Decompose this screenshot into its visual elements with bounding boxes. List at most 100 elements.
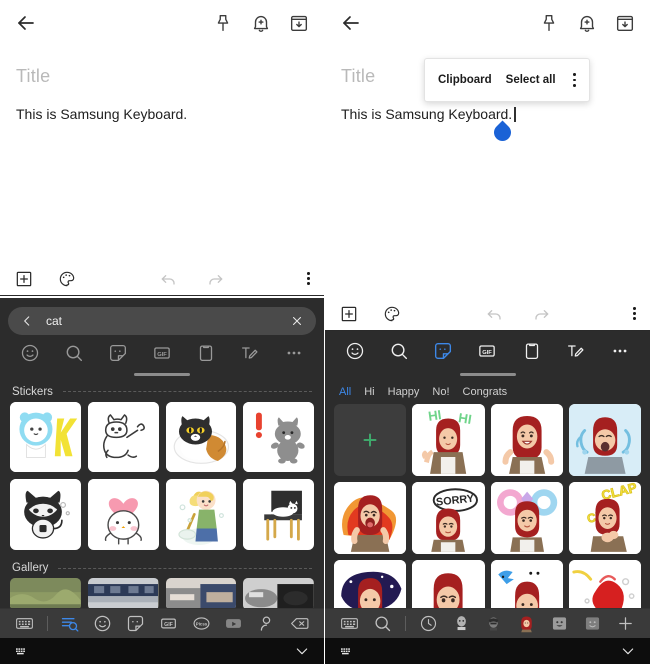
tab-no[interactable]: No!	[432, 386, 449, 398]
select-all-button[interactable]: Select all	[506, 74, 556, 86]
emoji-icon[interactable]	[19, 342, 41, 364]
sticker-tile[interactable]: CLAPCLAP	[568, 481, 641, 554]
more-vertical-icon[interactable]	[633, 306, 636, 321]
sticker-tile[interactable]	[10, 479, 81, 550]
gif-icon[interactable]: GIF	[476, 340, 498, 362]
keyboard-icon[interactable]	[14, 613, 35, 634]
close-icon[interactable]	[290, 314, 304, 328]
avatar-dark-icon[interactable]	[483, 613, 504, 634]
avatar-light-icon[interactable]	[451, 613, 472, 634]
arrow-left-icon[interactable]	[339, 11, 363, 35]
gallery-thumb[interactable]	[243, 578, 314, 610]
search-input[interactable]: cat	[46, 314, 278, 328]
redo-icon[interactable]	[531, 304, 551, 324]
arrow-left-icon[interactable]	[14, 11, 38, 35]
chevron-left-icon[interactable]	[20, 314, 34, 328]
note-title-placeholder[interactable]: Title	[16, 66, 308, 87]
note-text[interactable]: This is Samsung Keyboard.	[341, 105, 512, 123]
panel-right: Title This is Samsung Keyboard. Clipboar…	[325, 0, 650, 664]
search-icon[interactable]	[63, 342, 85, 364]
keyboard-indicator-icon[interactable]	[339, 643, 355, 659]
add-sticker-tile[interactable]	[334, 403, 407, 476]
sticker-tile[interactable]	[165, 401, 237, 473]
gif-icon[interactable]: GIF	[151, 342, 173, 364]
note-text[interactable]: This is Samsung Keyboard.	[16, 105, 187, 123]
sticker-tile[interactable]	[87, 479, 159, 550]
clipboard-icon[interactable]	[195, 342, 217, 364]
ar-emoji-icon[interactable]	[516, 613, 537, 634]
sticker-tile[interactable]	[243, 479, 314, 550]
sticker-tile[interactable]	[490, 403, 563, 476]
recent-clock-icon[interactable]	[418, 613, 439, 634]
save-to-icon[interactable]	[614, 12, 636, 34]
emoji-icon[interactable]	[92, 613, 113, 634]
tab-hi[interactable]: Hi	[364, 386, 374, 398]
sticker-tile[interactable]	[87, 401, 159, 473]
sticker-tile[interactable]	[165, 479, 237, 550]
sticker-tile[interactable]: SORRY	[412, 481, 485, 554]
panel-grabber-left[interactable]	[0, 371, 324, 380]
pin-icon[interactable]	[212, 12, 234, 34]
clipboard-icon[interactable]	[521, 340, 543, 362]
palette-icon[interactable]	[382, 304, 402, 324]
palette-icon[interactable]	[57, 269, 77, 289]
panel-grabber-right[interactable]	[325, 371, 650, 380]
picss-icon[interactable]: Picss	[191, 613, 212, 634]
search-icon[interactable]	[372, 613, 393, 634]
gallery-thumb[interactable]	[165, 578, 237, 610]
add-icon[interactable]	[14, 269, 34, 289]
emoji-icon[interactable]	[344, 340, 366, 362]
add-icon[interactable]	[339, 304, 359, 324]
keyboard-indicator-icon[interactable]	[14, 643, 30, 659]
svg-text:GIF: GIF	[157, 352, 167, 358]
keyboard-icon-row-left: GIF	[0, 335, 324, 371]
clipboard-context-popup: Clipboard Select all	[424, 58, 590, 102]
undo-icon[interactable]	[485, 304, 505, 324]
more-horizontal-icon[interactable]	[609, 340, 631, 362]
tab-happy[interactable]: Happy	[388, 386, 420, 398]
sticker-tile[interactable]	[10, 401, 81, 473]
emoji-pack-icon[interactable]	[549, 613, 570, 634]
search-bar[interactable]: cat	[8, 307, 316, 335]
handwriting-icon[interactable]	[565, 340, 587, 362]
add-sticker-icon[interactable]	[615, 613, 636, 634]
more-vertical-icon[interactable]	[307, 271, 310, 286]
undo-icon[interactable]	[159, 269, 179, 289]
sticker-tile[interactable]	[568, 403, 641, 476]
gallery-thumb[interactable]	[10, 578, 81, 610]
sticker-tile[interactable]	[490, 481, 563, 554]
keyboard-icon[interactable]	[339, 613, 360, 634]
sticker-tile[interactable]	[334, 481, 407, 554]
pin-icon[interactable]	[538, 12, 560, 34]
emoji-pack-2-icon[interactable]	[582, 613, 603, 634]
more-horizontal-icon[interactable]	[283, 342, 305, 364]
sticker-icon[interactable]	[125, 613, 146, 634]
tab-all[interactable]: All	[339, 386, 351, 398]
tab-congrats[interactable]: Congrats	[463, 386, 508, 398]
sticker-tile[interactable]	[243, 401, 314, 473]
redo-icon[interactable]	[205, 269, 225, 289]
keyboard-panel-left: cat GIF Stickers Gallery GIF Picss	[0, 298, 324, 664]
chevron-down-icon[interactable]	[294, 643, 310, 659]
text-selection-handle[interactable]	[490, 120, 515, 145]
backspace-icon[interactable]	[289, 613, 310, 634]
reminder-bell-icon[interactable]	[250, 12, 272, 34]
sticker-search-icon[interactable]	[59, 613, 80, 634]
handwriting-icon[interactable]	[239, 342, 261, 364]
clipboard-button[interactable]: Clipboard	[438, 74, 492, 86]
save-to-icon[interactable]	[288, 12, 310, 34]
gallery-thumb[interactable]	[87, 578, 159, 610]
youtube-icon[interactable]	[223, 613, 244, 634]
sticker-tile[interactable]: HI HI	[412, 403, 485, 476]
sticker-icon[interactable]	[432, 340, 454, 362]
avatar-icon[interactable]	[256, 613, 277, 634]
keyboard-bottom-nav-right	[325, 608, 650, 638]
sticker-icon[interactable]	[107, 342, 129, 364]
search-icon[interactable]	[388, 340, 410, 362]
chevron-down-icon[interactable]	[620, 643, 636, 659]
gif-icon[interactable]: GIF	[158, 613, 179, 634]
more-vertical-icon[interactable]	[573, 73, 576, 87]
reminder-bell-icon[interactable]	[576, 12, 598, 34]
note-edit-toolbar-right	[325, 297, 650, 331]
sticker-category-tabs: All Hi Happy No! Congrats	[325, 380, 650, 404]
